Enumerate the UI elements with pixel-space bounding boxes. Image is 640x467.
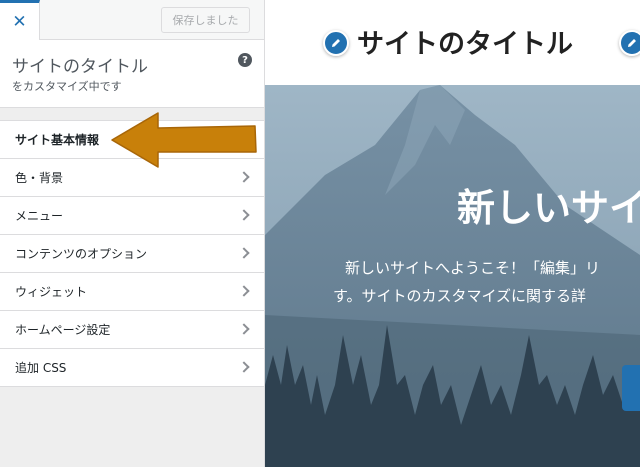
close-customizer-button[interactable]: ✕ <box>0 0 40 40</box>
chevron-right-icon <box>238 285 250 297</box>
section-site-identity[interactable]: サイト基本情報 <box>0 121 264 159</box>
section-colors-background[interactable]: 色・背景 <box>0 159 264 197</box>
edit-shortcut-title[interactable] <box>323 30 349 56</box>
hero-text-line1: 新しいサイトへようこそ！「編集」リ <box>345 259 601 277</box>
hero-button[interactable] <box>622 365 640 411</box>
customizer-site-title: サイトのタイトル <box>12 57 148 77</box>
chevron-right-icon <box>238 209 250 221</box>
chevron-right-icon <box>238 247 250 259</box>
section-additional-css[interactable]: 追加 CSS <box>0 349 264 387</box>
section-content-options[interactable]: コンテンツのオプション <box>0 235 264 273</box>
site-title[interactable]: サイトのタイトル <box>357 22 573 61</box>
section-label: ホームページ設定 <box>15 323 111 337</box>
chevron-right-icon <box>238 171 250 183</box>
chevron-right-icon <box>238 323 250 335</box>
pencil-icon <box>332 39 340 47</box>
section-label: サイト基本情報 <box>15 133 100 147</box>
section-label: 追加 CSS <box>15 361 67 375</box>
saved-button[interactable]: 保存しました <box>161 7 250 33</box>
section-label: メニュー <box>15 209 64 223</box>
section-label: 色・背景 <box>15 171 64 185</box>
hero-title: 新しいサイ <box>457 186 640 230</box>
close-icon: ✕ <box>12 11 27 32</box>
site-preview: サイトのタイトル 新しいサイ 新しいサイトへようこそ！「編集」リ す。サイトのカ… <box>265 0 640 467</box>
customizer-topbar: ✕ 保存しました <box>0 0 264 40</box>
customizer-sidebar: ✕ 保存しました サイトのタイトル をカスタマイズ中です ? サイト基本情報 色… <box>0 0 265 467</box>
section-label: ウィジェット <box>15 285 88 299</box>
hero-text-line2: す。サイトのカスタマイズに関する詳 <box>333 287 587 305</box>
hero-section: 新しいサイ 新しいサイトへようこそ！「編集」リ す。サイトのカスタマイズに関する… <box>265 85 640 467</box>
customizer-info-panel: サイトのタイトル をカスタマイズ中です ? <box>0 40 264 108</box>
edit-shortcut-tagline[interactable] <box>619 30 640 56</box>
section-label: コンテンツのオプション <box>15 247 148 261</box>
chevron-right-icon <box>238 361 250 373</box>
section-widgets[interactable]: ウィジェット <box>0 273 264 311</box>
customizer-sections: サイト基本情報 色・背景 メニュー コンテンツのオプション ウィジェット ホーム… <box>0 120 264 387</box>
help-icon[interactable]: ? <box>238 53 252 67</box>
site-header: サイトのタイトル <box>265 0 640 85</box>
pencil-icon <box>628 39 636 47</box>
customizer-subtitle: をカスタマイズ中です <box>12 80 122 93</box>
section-homepage-settings[interactable]: ホームページ設定 <box>0 311 264 349</box>
section-menus[interactable]: メニュー <box>0 197 264 235</box>
